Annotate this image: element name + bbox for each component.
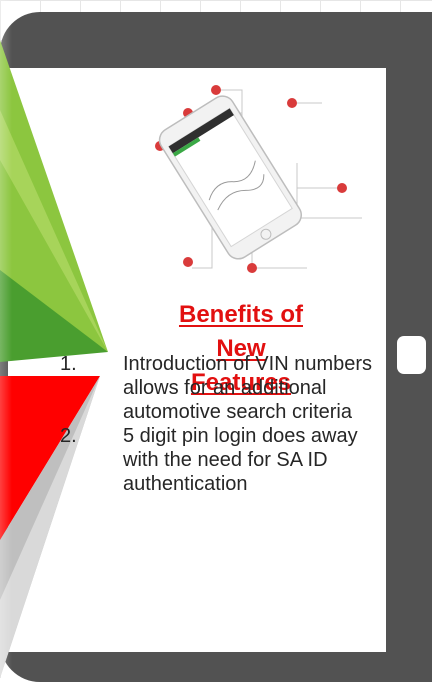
decorative-shapes	[0, 40, 108, 678]
list-item-text: Introduction of VIN numbers allows for a…	[123, 353, 373, 423]
list-item-number: 2.	[60, 425, 77, 447]
features-list: 1. Introduction of VIN numbers allows fo…	[60, 352, 390, 496]
list-item-number: 1.	[60, 353, 77, 375]
list-item: 2. 5 digit pin login does away with the …	[60, 424, 390, 496]
list-item-text: 5 digit pin login does away with the nee…	[123, 425, 358, 495]
left-edge-fade	[0, 0, 12, 678]
list-item: 1. Introduction of VIN numbers allows fo…	[60, 352, 390, 424]
